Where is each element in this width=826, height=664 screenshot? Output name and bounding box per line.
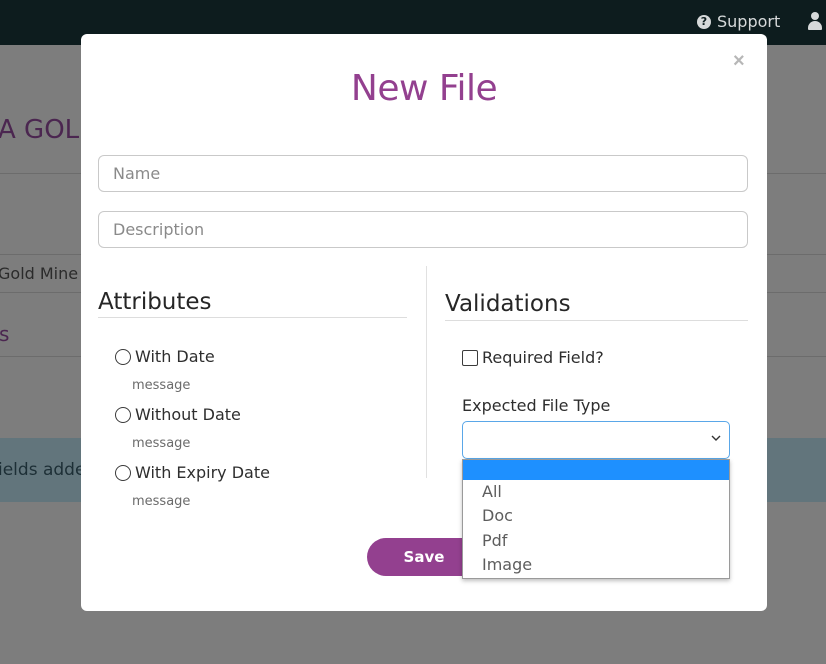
validations-underline — [445, 320, 748, 321]
radio-label: With Date — [135, 347, 215, 366]
support-label: Support — [717, 12, 781, 31]
column-divider — [426, 266, 427, 478]
modal-title: New File — [350, 68, 498, 109]
radio-message: message — [132, 436, 191, 451]
expected-file-type-select[interactable] — [462, 421, 730, 459]
description-input[interactable] — [98, 211, 748, 248]
required-field-checkbox-row[interactable]: Required Field? — [462, 348, 604, 367]
support-link[interactable]: ? Support — [697, 12, 780, 31]
radio-with-date[interactable]: With Date — [115, 347, 215, 366]
background-row-text: Gold Mine S — [0, 264, 94, 283]
required-field-checkbox[interactable] — [462, 349, 478, 366]
required-field-label: Required Field? — [482, 348, 604, 367]
background-page-title: A GOL — [0, 115, 80, 145]
background-alert-text: ields adde — [0, 460, 86, 480]
dropdown-option-image[interactable]: Image — [463, 553, 729, 577]
radio-label: Without Date — [135, 405, 241, 424]
background-section-title: s — [0, 322, 10, 346]
dropdown-option-empty[interactable] — [463, 460, 729, 480]
radio-circle[interactable] — [115, 348, 131, 365]
user-icon[interactable] — [808, 12, 822, 30]
dropdown-option-pdf[interactable]: Pdf — [463, 529, 729, 553]
file-type-dropdown-list: All Doc Pdf Image — [462, 459, 730, 579]
dropdown-option-doc[interactable]: Doc — [463, 504, 729, 528]
radio-circle[interactable] — [115, 464, 131, 481]
radio-message: message — [132, 378, 191, 393]
attributes-heading: Attributes — [98, 289, 212, 315]
name-input[interactable] — [98, 155, 748, 192]
radio-label: With Expiry Date — [135, 463, 270, 482]
radio-message: message — [132, 494, 191, 509]
radio-without-date[interactable]: Without Date — [115, 405, 241, 424]
radio-with-expiry-date[interactable]: With Expiry Date — [115, 463, 270, 482]
attributes-underline — [98, 317, 407, 318]
validations-heading: Validations — [445, 291, 571, 317]
question-circle-icon: ? — [697, 14, 711, 29]
dropdown-option-all[interactable]: All — [463, 480, 729, 504]
expected-file-type-label: Expected File Type — [462, 396, 611, 415]
radio-circle[interactable] — [115, 406, 131, 423]
chevron-down-icon — [711, 435, 721, 441]
